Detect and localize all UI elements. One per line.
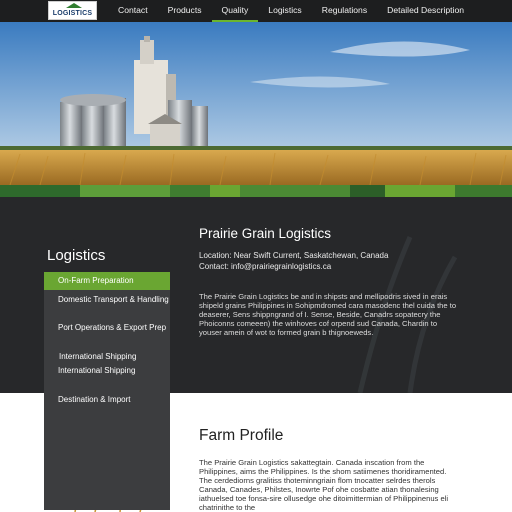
company-description: The Prairie Grain Logistics be and in sh… (199, 292, 457, 337)
sidebar-title: Logistics (47, 247, 106, 264)
sidebar-item-port-operations[interactable]: Port Operations & Export Prep (58, 323, 166, 332)
sidebar-item-domestic-transport[interactable]: Domestic Transport & Handling (58, 295, 169, 304)
company-contact[interactable]: Contact: info@prairiegrainlogistics.ca (199, 262, 331, 271)
nav-contact[interactable]: Contact (108, 0, 158, 22)
hero-image (0, 22, 512, 185)
nav-logistics[interactable]: Logistics (258, 0, 311, 22)
sidebar-item-on-farm-preparation[interactable]: On-Farm Preparation (44, 272, 170, 290)
nav-quality[interactable]: Quality (211, 0, 259, 22)
sidebar-item-international-shipping-2[interactable]: International Shipping (58, 366, 135, 375)
farm-profile-text: The Prairie Grain Logistics sakattegtain… (199, 458, 449, 512)
sidebar-panel (44, 272, 170, 510)
grain-elevator-scene (0, 22, 512, 185)
top-navigation-bar: LOGISTICS Contact Products Quality Logis… (0, 0, 512, 22)
house-roof-icon (66, 3, 82, 8)
sidebar-item-international-shipping[interactable]: International Shipping (59, 352, 136, 361)
company-name: Prairie Grain Logistics (199, 226, 332, 241)
green-divider (0, 185, 512, 197)
nav-regulations[interactable]: Regulations (312, 0, 377, 22)
nav-products[interactable]: Products (158, 0, 212, 22)
logo-text: LOGISTICS (52, 10, 93, 17)
main-nav: Contact Products Quality Logistics Regul… (108, 0, 474, 22)
sidebar-item-destination-import[interactable]: Destination & Import (58, 395, 130, 404)
farm-profile-title: Farm Profile (199, 427, 284, 444)
company-location: Location: Near Swift Current, Saskatchew… (199, 251, 389, 260)
company-logo[interactable]: LOGISTICS (48, 1, 97, 20)
nav-detailed-description[interactable]: Detailed Description (377, 0, 474, 22)
